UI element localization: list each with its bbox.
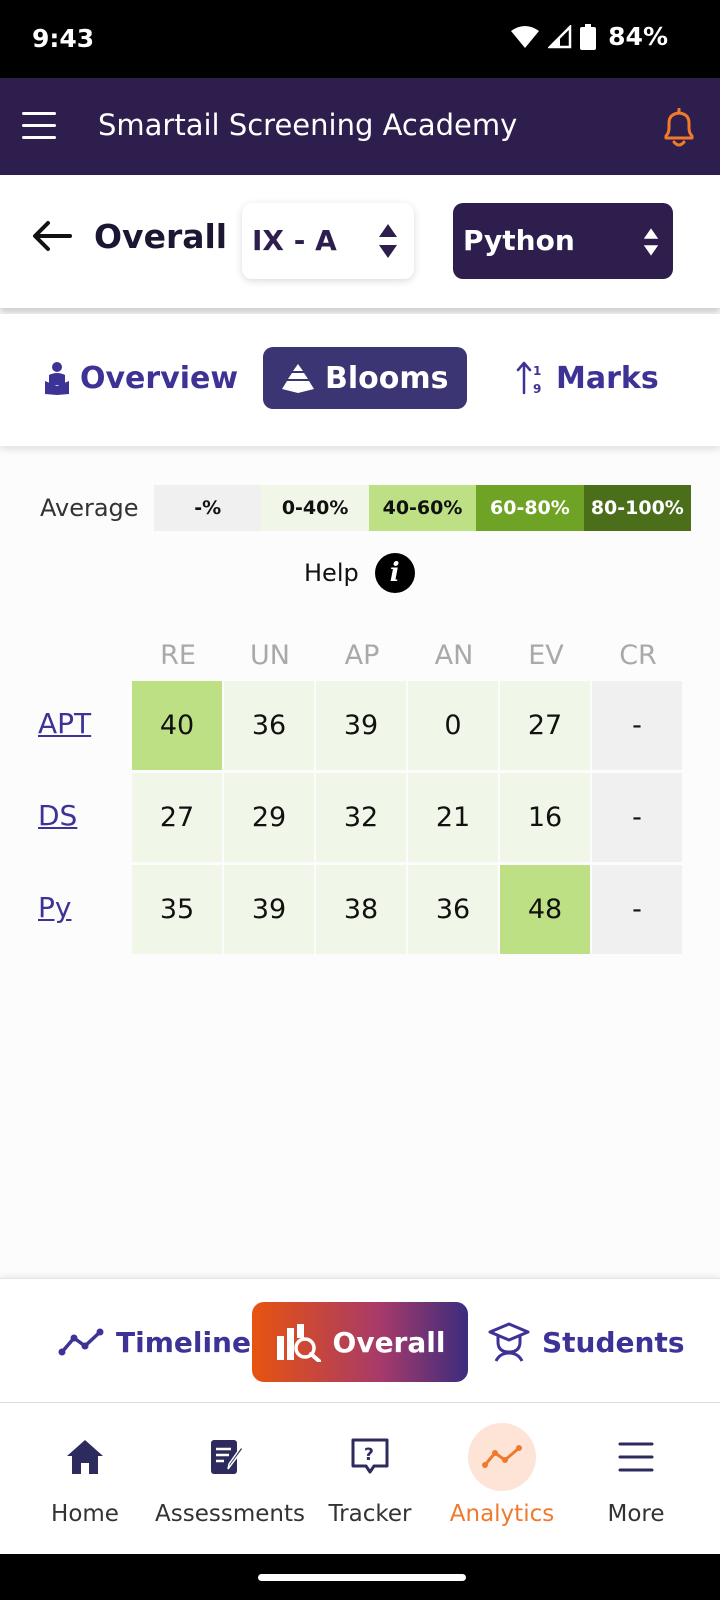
- nav-analytics[interactable]: Analytics: [430, 1403, 574, 1555]
- status-icons: 84%: [510, 22, 668, 51]
- home-icon: [51, 1423, 119, 1491]
- nav-more[interactable]: More: [564, 1403, 708, 1555]
- hamburger-menu-icon[interactable]: [22, 112, 56, 140]
- nav-tracker[interactable]: ? Tracker: [298, 1403, 442, 1555]
- help-button[interactable]: Help i: [304, 553, 415, 593]
- segment-overall-label: Overall: [332, 1325, 446, 1359]
- column-header: EV: [528, 640, 564, 671]
- score-cell: 27: [500, 681, 590, 770]
- score-cell: 36: [408, 865, 498, 954]
- score-cell: 21: [408, 773, 498, 862]
- signal-icon: [548, 24, 572, 48]
- assessments-icon: [193, 1423, 261, 1491]
- status-time: 9:43: [32, 24, 95, 53]
- class-select-value: IX - A: [252, 224, 337, 257]
- sort-updown-icon: [379, 224, 397, 258]
- score-cell: -: [592, 865, 682, 954]
- tab-overview[interactable]: Overview: [44, 347, 238, 409]
- segment-overall[interactable]: Overall: [252, 1302, 468, 1382]
- nav-analytics-label: Analytics: [449, 1501, 555, 1527]
- score-cell: 0: [408, 681, 498, 770]
- row-label-link[interactable]: APT: [38, 707, 91, 740]
- average-label: Average: [40, 494, 139, 522]
- nav-assessments[interactable]: Assessments: [155, 1403, 305, 1555]
- tab-overview-label: Overview: [80, 360, 239, 396]
- score-cell: 29: [224, 773, 314, 862]
- score-cell: -: [592, 773, 682, 862]
- score-cell: 16: [500, 773, 590, 862]
- row-label-link[interactable]: Py: [38, 891, 71, 924]
- tab-marks[interactable]: 1 9 Marks: [516, 347, 659, 409]
- score-cell: 32: [316, 773, 406, 862]
- score-cell: 40: [132, 681, 222, 770]
- segment-students-label: Students: [542, 1325, 685, 1359]
- tracker-icon: ?: [336, 1423, 404, 1491]
- analytics-segment-bar: Timeline Overall Students: [0, 1278, 720, 1402]
- bottom-navigation: Home Assessments ? Tracker Analytics Mor…: [0, 1402, 720, 1554]
- home-indicator[interactable]: [258, 1574, 466, 1581]
- score-cell: 38: [316, 865, 406, 954]
- nav-tracker-label: Tracker: [328, 1501, 412, 1527]
- column-header: CR: [619, 640, 657, 671]
- notification-bell-icon[interactable]: [660, 108, 698, 148]
- column-header: AP: [344, 640, 380, 671]
- score-cell: 36: [224, 681, 314, 770]
- score-cell: 35: [132, 865, 222, 954]
- nav-home[interactable]: Home: [13, 1403, 157, 1555]
- info-icon[interactable]: i: [374, 553, 415, 593]
- more-icon: [602, 1423, 670, 1491]
- back-arrow-icon[interactable]: [32, 219, 72, 253]
- score-cell: -: [592, 681, 682, 770]
- row-label-link[interactable]: DS: [38, 799, 77, 832]
- page-title: Overall: [94, 217, 228, 256]
- legend-range: 40-60%: [368, 485, 477, 531]
- pyramid-icon: [282, 364, 314, 393]
- column-header: RE: [160, 640, 196, 671]
- sort-updown-icon: [643, 228, 659, 256]
- graduate-icon: [488, 1322, 530, 1362]
- view-tabs: Overview Blooms 1 9 Marks: [0, 314, 720, 446]
- legend-range: 80-100%: [583, 485, 692, 531]
- legend-range: 60-80%: [476, 485, 584, 531]
- sort-numeric-icon: 1 9: [516, 361, 541, 395]
- tab-blooms[interactable]: Blooms: [263, 347, 467, 409]
- wifi-icon: [511, 25, 540, 48]
- segment-timeline[interactable]: Timeline: [58, 1302, 251, 1382]
- score-cell: 27: [132, 773, 222, 862]
- svg-text:?: ?: [364, 1445, 374, 1465]
- student-reading-icon: [45, 362, 69, 395]
- tab-blooms-label: Blooms: [325, 360, 449, 396]
- nav-more-label: More: [607, 1501, 665, 1527]
- filter-bar: Overall IX - A Python: [0, 175, 720, 308]
- battery-icon: [580, 23, 597, 50]
- class-select[interactable]: IX - A: [242, 203, 414, 279]
- status-bar: 9:43 84%: [0, 0, 720, 78]
- score-cell: 48: [500, 865, 590, 954]
- legend-range: -%: [154, 485, 262, 531]
- trend-line-icon: [58, 1328, 104, 1356]
- chart-search-icon: [276, 1324, 321, 1362]
- svg-text:1: 1: [533, 364, 541, 378]
- nav-home-label: Home: [51, 1501, 119, 1527]
- app-title: Smartail Screening Academy: [98, 108, 518, 142]
- score-cell: 39: [316, 681, 406, 770]
- analytics-icon: [468, 1423, 536, 1491]
- tab-marks-label: Marks: [556, 360, 659, 396]
- nav-assessments-label: Assessments: [155, 1501, 305, 1527]
- help-label: Help: [304, 559, 359, 587]
- battery-percentage: 84%: [608, 22, 668, 51]
- segment-students[interactable]: Students: [488, 1302, 685, 1382]
- average-legend: -% 0-40% 40-60% 60-80% 80-100%: [154, 485, 692, 531]
- subject-select-value: Python: [463, 224, 575, 257]
- subject-select[interactable]: Python: [453, 203, 673, 279]
- app-bar: Smartail Screening Academy: [0, 78, 720, 175]
- legend-range: 0-40%: [261, 485, 369, 531]
- gesture-bar: [0, 1554, 720, 1600]
- column-header: AN: [434, 640, 474, 671]
- svg-text:9: 9: [533, 382, 541, 395]
- column-header: UN: [250, 640, 290, 671]
- score-cell: 39: [224, 865, 314, 954]
- segment-timeline-label: Timeline: [116, 1325, 251, 1359]
